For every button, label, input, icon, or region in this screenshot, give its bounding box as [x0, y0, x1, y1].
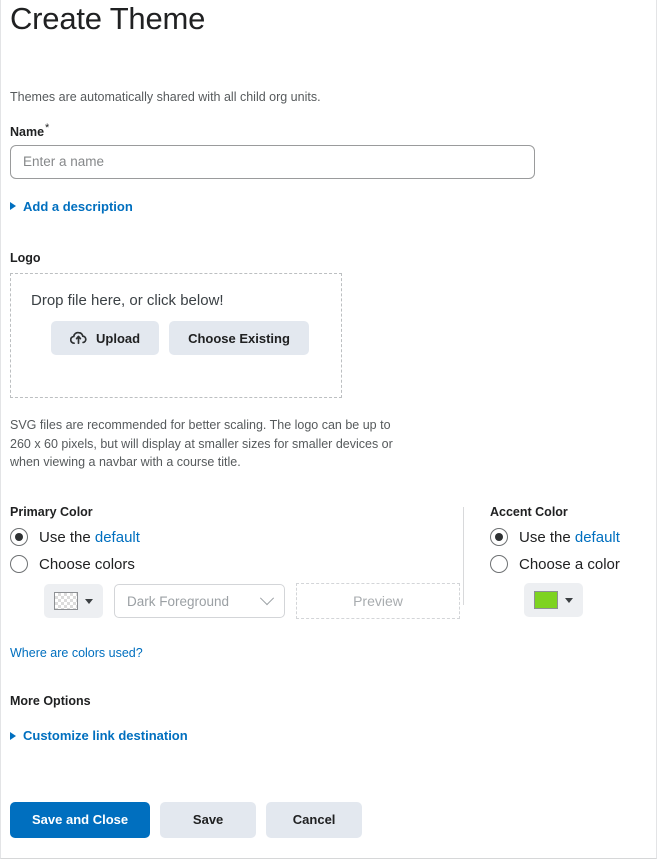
page-content: Create Theme Themes are automatically sh… [1, 0, 656, 745]
primary-color-target-select[interactable]: Dark Foreground [114, 584, 285, 618]
customize-link-destination-label: Customize link destination [23, 728, 188, 743]
primary-use-default-option[interactable]: Use the default [10, 528, 463, 546]
preview-button-label: Preview [353, 593, 403, 609]
accent-choose-color-label: Choose a color [519, 555, 620, 573]
intro-text: Themes are automatically shared with all… [10, 90, 321, 105]
name-label: Name* [10, 122, 647, 139]
upload-button-label: Upload [96, 330, 141, 346]
primary-default-link[interactable]: default [95, 529, 140, 546]
color-section: Primary Color Use the default Choose col… [10, 505, 647, 619]
primary-color-chip [54, 592, 78, 610]
triangle-right-icon [10, 731, 16, 740]
choose-existing-button[interactable]: Choose Existing [169, 321, 309, 356]
add-description-toggle[interactable]: Add a description [10, 199, 133, 214]
cloud-upload-icon [69, 331, 87, 345]
caret-down-icon [565, 597, 573, 603]
add-description-label: Add a description [23, 198, 133, 214]
choose-existing-label: Choose Existing [188, 330, 290, 346]
accent-default-link[interactable]: default [575, 529, 620, 546]
primary-color-swatch-button[interactable] [44, 584, 103, 618]
triangle-right-icon [10, 202, 16, 211]
name-input[interactable] [10, 144, 535, 179]
accent-color-label: Accent Color [490, 505, 568, 519]
customize-link-destination-toggle[interactable]: Customize link destination [10, 728, 188, 743]
upload-button[interactable]: Upload [51, 321, 160, 356]
caret-down-icon [85, 598, 93, 604]
where-are-colors-used-link[interactable]: Where are colors used? [10, 646, 143, 660]
primary-choose-colors-option[interactable]: Choose colors [10, 555, 463, 573]
dropzone-buttons: Upload Choose Existing [31, 321, 321, 356]
primary-color-column: Primary Color Use the default Choose col… [10, 505, 463, 619]
accent-color-chip [534, 591, 558, 609]
accent-color-swatch-button[interactable] [524, 583, 583, 617]
preview-button[interactable]: Preview [296, 583, 460, 619]
create-theme-page: Create Theme Themes are automatically sh… [0, 0, 657, 859]
page-title: Create Theme [10, 1, 206, 36]
accent-choose-color-option[interactable]: Choose a color [490, 555, 647, 573]
primary-choose-colors-radio[interactable] [10, 555, 28, 573]
name-label-text: Name [10, 124, 45, 139]
primary-default-prefix: Use the [39, 528, 95, 546]
logo-dropzone[interactable]: Drop file here, or click below! Upload C… [10, 273, 342, 399]
accent-use-default-option[interactable]: Use the default [490, 528, 647, 546]
required-marker: * [45, 121, 50, 134]
accent-color-controls [490, 583, 647, 617]
primary-choose-colors-label: Choose colors [39, 555, 135, 573]
primary-use-default-label: Use the default [39, 529, 140, 546]
accent-color-column: Accent Color Use the default Choose a co… [464, 505, 647, 619]
primary-color-label: Primary Color [10, 505, 93, 519]
accent-choose-color-radio[interactable] [490, 555, 508, 573]
logo-helper-text: SVG files are recommended for better sca… [10, 418, 393, 469]
primary-color-controls: Dark Foreground Preview [10, 583, 463, 619]
dropzone-text: Drop file here, or click below! [31, 292, 224, 310]
more-options-label: More Options [10, 694, 91, 708]
cancel-button[interactable]: Cancel [266, 801, 363, 838]
chevron-down-icon [259, 591, 275, 606]
save-button[interactable]: Save [160, 801, 257, 838]
accent-use-default-radio[interactable] [490, 528, 508, 546]
footer-actions: Save and Close Save Cancel [1, 781, 656, 858]
accent-default-prefix: Use the [519, 528, 575, 546]
cancel-label: Cancel [292, 812, 336, 827]
save-and-close-button[interactable]: Save and Close [10, 801, 151, 838]
logo-label: Logo [10, 251, 41, 266]
primary-color-target-value: Dark Foreground [127, 593, 230, 609]
save-and-close-label: Save and Close [32, 812, 129, 827]
primary-use-default-radio[interactable] [10, 528, 28, 546]
accent-use-default-label: Use the default [519, 529, 620, 546]
save-label: Save [192, 812, 224, 827]
